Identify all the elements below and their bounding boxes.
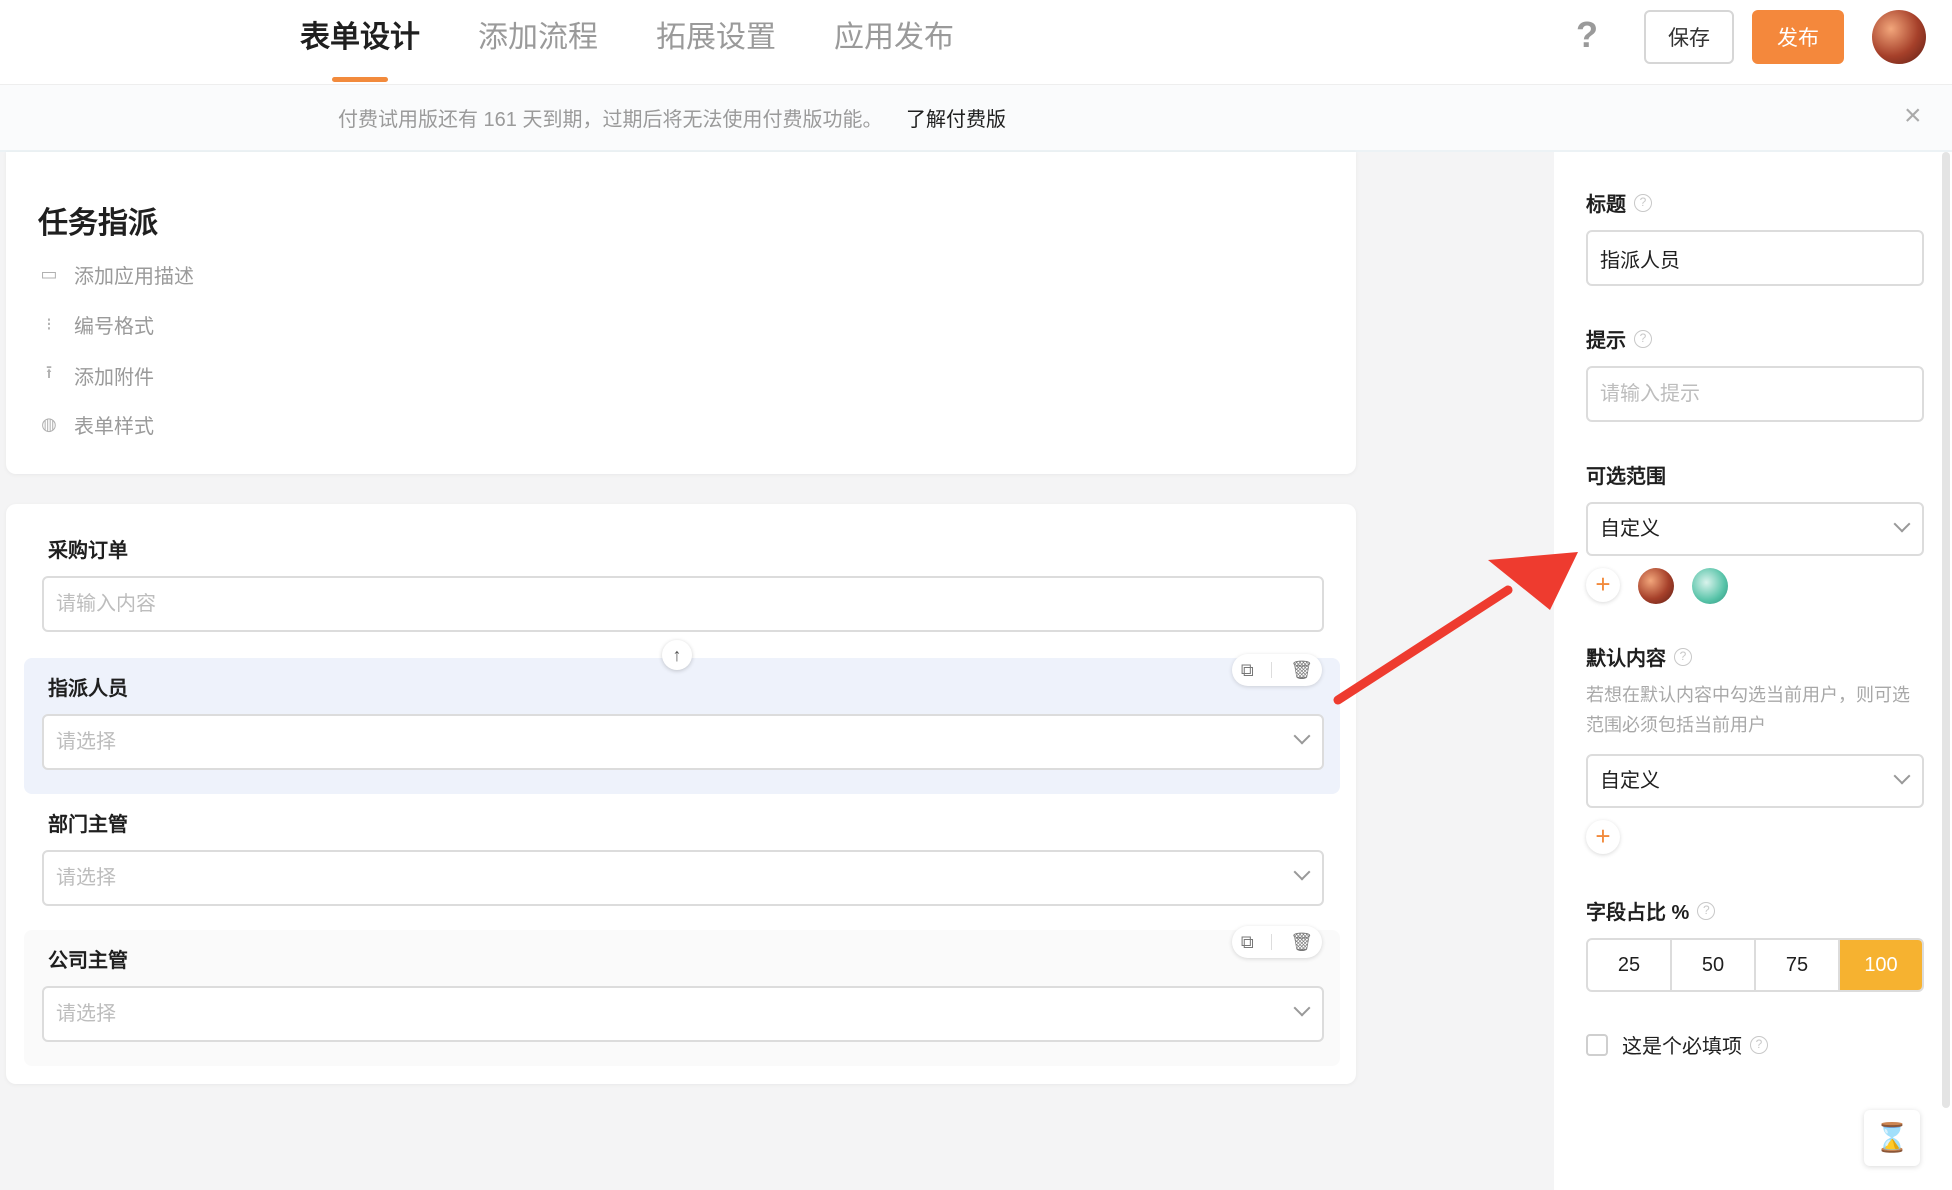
- text-input[interactable]: 请输入内容: [42, 576, 1324, 632]
- hourglass-icon[interactable]: ⌛: [1864, 1110, 1920, 1166]
- form-field-company-manager[interactable]: ⧉ 🗑 公司主管 请选择: [24, 926, 1340, 1066]
- tab-app-publish[interactable]: 应用发布: [834, 0, 954, 84]
- select-placeholder: 请选择: [56, 867, 116, 889]
- help-icon[interactable]: ?: [1697, 901, 1716, 920]
- ratio-label: 字段占比 % ?: [1586, 896, 1716, 925]
- default-select[interactable]: 自定义: [1586, 754, 1924, 808]
- hint-input[interactable]: [1586, 366, 1924, 422]
- range-label-text: 可选范围: [1586, 466, 1666, 488]
- required-checkbox-row[interactable]: 这是个必填项 ?: [1586, 1030, 1768, 1059]
- copy-icon[interactable]: ⧉: [1241, 660, 1254, 681]
- add-default-button[interactable]: +: [1586, 820, 1620, 854]
- form-field-purchase-order[interactable]: 采购订单 请输入内容: [24, 520, 1340, 656]
- help-icon[interactable]: ?: [1634, 193, 1652, 212]
- move-up-icon[interactable]: ↑: [662, 640, 692, 670]
- form-fields-card: 采购订单 请输入内容 ⧉ 🗑 指派人员 请选择 部门主管 请选择 ⧉ 🗑 公司主…: [6, 504, 1356, 1084]
- field-label: 指派人员: [48, 678, 128, 700]
- option-label: 编号格式: [74, 316, 154, 338]
- numbering-format-option[interactable]: ⁝ 编号格式: [38, 310, 154, 339]
- select-input[interactable]: 请选择: [42, 714, 1324, 770]
- app-info-card: 任务指派 ▭ 添加应用描述 ⁝ 编号格式 ⭱ 添加附件 ◍ 表单样式: [6, 152, 1356, 474]
- ratio-label-text: 字段占比 %: [1586, 902, 1690, 924]
- form-style-option[interactable]: ◍ 表单样式: [38, 410, 154, 439]
- help-icon[interactable]: ?: [1750, 1035, 1768, 1054]
- default-hint-text: 若想在默认内容中勾选当前用户，则可选范围必须包括当前用户: [1586, 685, 1910, 735]
- numbering-icon: ⁝: [46, 314, 52, 334]
- option-label: 表单样式: [74, 416, 154, 438]
- range-label: 可选范围: [1586, 460, 1666, 489]
- trial-notice-bar: 付费试用版还有 161 天到期，过期后将无法使用付费版功能。 了解付费版 ×: [0, 84, 1952, 152]
- range-select-value: 自定义: [1600, 518, 1660, 540]
- divider: [1271, 662, 1273, 678]
- field-label: 部门主管: [48, 814, 128, 836]
- form-field-dept-manager[interactable]: 部门主管 请选择: [24, 794, 1340, 930]
- add-attachment-option[interactable]: ⭱ 添加附件: [38, 360, 154, 390]
- select-input[interactable]: 请选择: [42, 986, 1324, 1042]
- option-label: 添加应用描述: [74, 266, 194, 288]
- required-label: 这是个必填项: [1622, 1036, 1742, 1058]
- form-field-assignee[interactable]: ⧉ 🗑 指派人员 请选择: [24, 654, 1340, 794]
- learn-paid-link[interactable]: 了解付费版: [906, 103, 1006, 132]
- chevron-down-icon: [1293, 727, 1311, 745]
- chevron-down-icon: [1893, 767, 1911, 785]
- chevron-down-icon: [1293, 999, 1311, 1017]
- main-tabs: 表单设计 添加流程 拓展设置 应用发布: [300, 0, 1012, 84]
- ratio-option-25[interactable]: 25: [1588, 940, 1672, 990]
- select-placeholder: 请选择: [56, 1003, 116, 1025]
- member-avatar[interactable]: [1692, 568, 1728, 604]
- title-label-text: 标题: [1586, 194, 1626, 216]
- field-toolbar: ⧉ 🗑: [1232, 654, 1322, 686]
- help-icon[interactable]: ?: [1576, 14, 1598, 56]
- hint-label-text: 提示: [1586, 330, 1626, 352]
- close-icon[interactable]: ×: [1904, 101, 1922, 131]
- properties-panel: 标题 ? 提示 ? 可选范围 自定义 + 默认内容 ? 若想在默认内容中勾选当前…: [1554, 152, 1952, 1190]
- user-avatar[interactable]: [1872, 10, 1926, 64]
- hint-label: 提示 ?: [1586, 324, 1652, 353]
- arrow-shaft: [1333, 585, 1513, 705]
- field-label: 采购订单: [48, 540, 128, 562]
- comment-icon: ▭: [40, 264, 58, 284]
- chevron-down-icon: [1293, 863, 1311, 881]
- default-select-value: 自定义: [1600, 770, 1660, 792]
- field-label: 公司主管: [48, 950, 128, 972]
- title-label: 标题 ?: [1586, 188, 1652, 217]
- add-member-button[interactable]: +: [1586, 568, 1620, 602]
- select-placeholder: 请选择: [56, 731, 116, 753]
- copy-icon[interactable]: ⧉: [1241, 932, 1254, 953]
- upload-icon: ⭱: [45, 362, 53, 382]
- panel-scrollbar[interactable]: [1942, 152, 1950, 1108]
- help-icon[interactable]: ?: [1634, 329, 1652, 348]
- field-toolbar: ⧉ 🗑: [1232, 926, 1322, 958]
- help-icon[interactable]: ?: [1674, 647, 1692, 666]
- default-label-text: 默认内容: [1586, 648, 1666, 670]
- delete-icon[interactable]: 🗑: [1290, 660, 1313, 681]
- title-input[interactable]: [1586, 230, 1924, 286]
- palette-icon: ◍: [41, 414, 57, 434]
- tab-form-design[interactable]: 表单设计: [300, 0, 420, 84]
- member-avatar[interactable]: [1638, 568, 1674, 604]
- app-title[interactable]: 任务指派: [38, 198, 158, 242]
- save-button[interactable]: 保存: [1644, 10, 1734, 64]
- default-label: 默认内容 ?: [1586, 642, 1692, 671]
- option-label: 添加附件: [74, 366, 154, 389]
- chevron-down-icon: [1893, 515, 1911, 533]
- required-checkbox[interactable]: [1586, 1033, 1608, 1056]
- range-select[interactable]: 自定义: [1586, 502, 1924, 556]
- publish-button[interactable]: 发布: [1752, 10, 1844, 64]
- field-ratio-group: 25 50 75 100: [1586, 938, 1924, 992]
- delete-icon[interactable]: 🗑: [1290, 932, 1313, 953]
- tab-add-workflow[interactable]: 添加流程: [478, 0, 598, 84]
- trial-notice-text: 付费试用版还有 161 天到期，过期后将无法使用付费版功能。: [338, 109, 883, 131]
- ratio-option-50[interactable]: 50: [1672, 940, 1756, 990]
- top-bar: 表单设计 添加流程 拓展设置 应用发布 ? 保存 发布: [0, 0, 1952, 84]
- tab-extension-settings[interactable]: 拓展设置: [656, 0, 776, 84]
- divider: [1271, 934, 1273, 950]
- ratio-option-100[interactable]: 100: [1840, 940, 1922, 990]
- select-input[interactable]: 请选择: [42, 850, 1324, 906]
- ratio-option-75[interactable]: 75: [1756, 940, 1840, 990]
- add-description-option[interactable]: ▭ 添加应用描述: [38, 260, 194, 289]
